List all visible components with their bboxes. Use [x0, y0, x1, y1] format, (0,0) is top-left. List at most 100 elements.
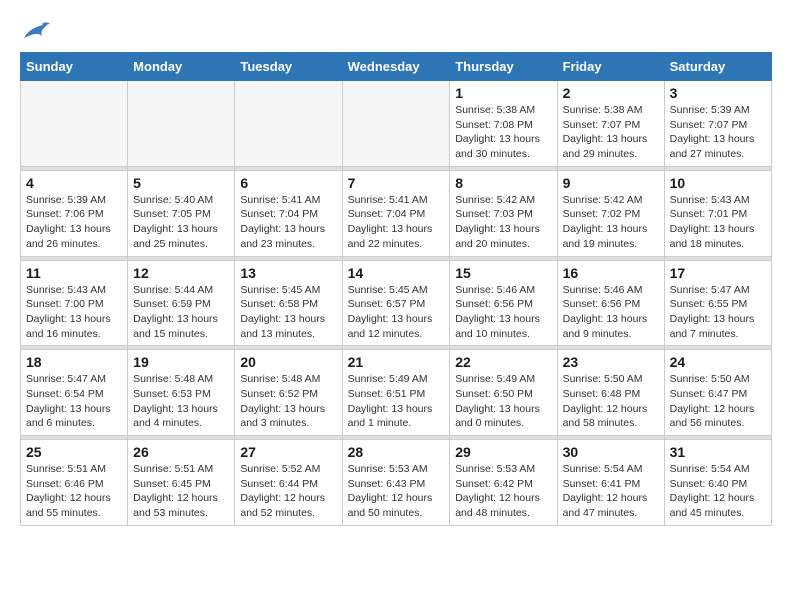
day-number: 31 [670, 444, 766, 460]
calendar-cell: 8Sunrise: 5:42 AM Sunset: 7:03 PM Daylig… [450, 170, 557, 256]
day-info: Sunrise: 5:51 AM Sunset: 6:45 PM Dayligh… [133, 462, 229, 521]
day-info: Sunrise: 5:42 AM Sunset: 7:02 PM Dayligh… [563, 193, 659, 252]
day-number: 22 [455, 354, 551, 370]
weekday-header-saturday: Saturday [664, 53, 771, 81]
calendar-cell: 1 Sunrise: 5:38 AM Sunset: 7:08 PM Daylig… [450, 81, 557, 167]
calendar-cell: 3Sunrise: 5:39 AM Sunset: 7:07 PM Daylig… [664, 81, 771, 167]
day-info: Sunrise: 5:46 AM Sunset: 6:56 PM Dayligh… [455, 283, 551, 342]
calendar-cell: 28 Sunrise: 5:53 AM Sunset: 6:43 PM Dayli… [342, 440, 450, 526]
day-info: Sunrise: 5:50 AM Sunset: 6:48 PM Dayligh… [563, 372, 659, 431]
day-number: 26 [133, 444, 229, 460]
day-number: 5 [133, 175, 229, 191]
weekday-header-tuesday: Tuesday [235, 53, 342, 81]
calendar-cell: 9 Sunrise: 5:42 AM Sunset: 7:02 PM Daylig… [557, 170, 664, 256]
day-info: Sunrise: 5:54 AM Sunset: 6:40 PM Dayligh… [670, 462, 766, 521]
calendar-week-row: 4 Sunrise: 5:39 AM Sunset: 7:06 PM Daylig… [21, 170, 772, 256]
day-info: Sunrise: 5:46 AM Sunset: 6:56 PM Dayligh… [563, 283, 659, 342]
day-info: Sunrise: 5:48 AM Sunset: 6:53 PM Dayligh… [133, 372, 229, 431]
day-info: Sunrise: 5:39 AM Sunset: 7:06 PM Dayligh… [26, 193, 122, 252]
calendar-cell: 10 Sunrise: 5:43 AM Sunset: 7:01 PM Dayli… [664, 170, 771, 256]
day-number: 13 [240, 265, 336, 281]
calendar-cell: 2 Sunrise: 5:38 AM Sunset: 7:07 PM Daylig… [557, 81, 664, 167]
day-info: Sunrise: 5:47 AM Sunset: 6:54 PM Dayligh… [26, 372, 122, 431]
logo [20, 20, 50, 42]
calendar-cell: 22 Sunrise: 5:49 AM Sunset: 6:50 PM Dayli… [450, 350, 557, 436]
day-number: 4 [26, 175, 122, 191]
day-info: Sunrise: 5:43 AM Sunset: 7:01 PM Dayligh… [670, 193, 766, 252]
day-number: 6 [240, 175, 336, 191]
logo-bird-icon [22, 20, 50, 42]
calendar-week-row: 18 Sunrise: 5:47 AM Sunset: 6:54 PM Dayli… [21, 350, 772, 436]
day-number: 10 [670, 175, 766, 191]
day-info: Sunrise: 5:51 AM Sunset: 6:46 PM Dayligh… [26, 462, 122, 521]
day-info: Sunrise: 5:44 AM Sunset: 6:59 PM Dayligh… [133, 283, 229, 342]
day-info: Sunrise: 5:45 AM Sunset: 6:58 PM Dayligh… [240, 283, 336, 342]
calendar-cell: 17 Sunrise: 5:47 AM Sunset: 6:55 PM Dayli… [664, 260, 771, 346]
day-number: 1 [455, 85, 551, 101]
weekday-header-thursday: Thursday [450, 53, 557, 81]
day-info: Sunrise: 5:50 AM Sunset: 6:47 PM Dayligh… [670, 372, 766, 431]
day-info: Sunrise: 5:49 AM Sunset: 6:51 PM Dayligh… [348, 372, 445, 431]
calendar-cell: 15 Sunrise: 5:46 AM Sunset: 6:56 PM Dayli… [450, 260, 557, 346]
calendar-cell [235, 81, 342, 167]
day-info: Sunrise: 5:38 AM Sunset: 7:08 PM Dayligh… [455, 103, 551, 162]
day-number: 16 [563, 265, 659, 281]
day-number: 19 [133, 354, 229, 370]
calendar-cell: 13 Sunrise: 5:45 AM Sunset: 6:58 PM Dayli… [235, 260, 342, 346]
day-number: 29 [455, 444, 551, 460]
calendar-cell: 25 Sunrise: 5:51 AM Sunset: 6:46 PM Dayli… [21, 440, 128, 526]
calendar-cell: 27 Sunrise: 5:52 AM Sunset: 6:44 PM Dayli… [235, 440, 342, 526]
day-number: 30 [563, 444, 659, 460]
calendar-cell: 20Sunrise: 5:48 AM Sunset: 6:52 PM Dayli… [235, 350, 342, 436]
day-info: Sunrise: 5:54 AM Sunset: 6:41 PM Dayligh… [563, 462, 659, 521]
day-info: Sunrise: 5:39 AM Sunset: 7:07 PM Dayligh… [670, 103, 766, 162]
calendar-cell: 19 Sunrise: 5:48 AM Sunset: 6:53 PM Dayli… [128, 350, 235, 436]
day-info: Sunrise: 5:52 AM Sunset: 6:44 PM Dayligh… [240, 462, 336, 521]
day-number: 25 [26, 444, 122, 460]
day-info: Sunrise: 5:45 AM Sunset: 6:57 PM Dayligh… [348, 283, 445, 342]
calendar-week-row: 25 Sunrise: 5:51 AM Sunset: 6:46 PM Dayli… [21, 440, 772, 526]
day-number: 18 [26, 354, 122, 370]
day-info: Sunrise: 5:53 AM Sunset: 6:43 PM Dayligh… [348, 462, 445, 521]
day-number: 28 [348, 444, 445, 460]
day-number: 12 [133, 265, 229, 281]
calendar-cell: 31 Sunrise: 5:54 AM Sunset: 6:40 PM Dayli… [664, 440, 771, 526]
day-number: 21 [348, 354, 445, 370]
calendar-cell: 4 Sunrise: 5:39 AM Sunset: 7:06 PM Daylig… [21, 170, 128, 256]
day-info: Sunrise: 5:47 AM Sunset: 6:55 PM Dayligh… [670, 283, 766, 342]
day-number: 14 [348, 265, 445, 281]
calendar-cell: 16 Sunrise: 5:46 AM Sunset: 6:56 PM Dayli… [557, 260, 664, 346]
day-number: 11 [26, 265, 122, 281]
day-number: 7 [348, 175, 445, 191]
calendar-cell [342, 81, 450, 167]
day-info: Sunrise: 5:49 AM Sunset: 6:50 PM Dayligh… [455, 372, 551, 431]
calendar-cell: 23 Sunrise: 5:50 AM Sunset: 6:48 PM Dayli… [557, 350, 664, 436]
day-info: Sunrise: 5:41 AM Sunset: 7:04 PM Dayligh… [240, 193, 336, 252]
calendar-cell: 14 Sunrise: 5:45 AM Sunset: 6:57 PM Dayli… [342, 260, 450, 346]
day-number: 15 [455, 265, 551, 281]
calendar-header-row: SundayMondayTuesdayWednesdayThursdayFrid… [21, 53, 772, 81]
day-number: 2 [563, 85, 659, 101]
day-info: Sunrise: 5:43 AM Sunset: 7:00 PM Dayligh… [26, 283, 122, 342]
calendar-cell: 11 Sunrise: 5:43 AM Sunset: 7:00 PM Dayli… [21, 260, 128, 346]
day-info: Sunrise: 5:53 AM Sunset: 6:42 PM Dayligh… [455, 462, 551, 521]
calendar-cell: 12 Sunrise: 5:44 AM Sunset: 6:59 PM Dayli… [128, 260, 235, 346]
calendar-cell: 6 Sunrise: 5:41 AM Sunset: 7:04 PM Daylig… [235, 170, 342, 256]
day-number: 27 [240, 444, 336, 460]
calendar-cell: 26 Sunrise: 5:51 AM Sunset: 6:45 PM Dayli… [128, 440, 235, 526]
page-header [20, 20, 772, 42]
calendar-cell: 29 Sunrise: 5:53 AM Sunset: 6:42 PM Dayli… [450, 440, 557, 526]
day-number: 9 [563, 175, 659, 191]
calendar-cell [21, 81, 128, 167]
day-info: Sunrise: 5:38 AM Sunset: 7:07 PM Dayligh… [563, 103, 659, 162]
day-number: 23 [563, 354, 659, 370]
day-number: 24 [670, 354, 766, 370]
weekday-header-wednesday: Wednesday [342, 53, 450, 81]
calendar-table: SundayMondayTuesdayWednesdayThursdayFrid… [20, 52, 772, 526]
calendar-week-row: 1 Sunrise: 5:38 AM Sunset: 7:08 PM Daylig… [21, 81, 772, 167]
weekday-header-friday: Friday [557, 53, 664, 81]
calendar-cell: 24 Sunrise: 5:50 AM Sunset: 6:47 PM Dayli… [664, 350, 771, 436]
calendar-week-row: 11 Sunrise: 5:43 AM Sunset: 7:00 PM Dayli… [21, 260, 772, 346]
day-info: Sunrise: 5:48 AM Sunset: 6:52 PM Dayligh… [240, 372, 336, 431]
day-number: 17 [670, 265, 766, 281]
